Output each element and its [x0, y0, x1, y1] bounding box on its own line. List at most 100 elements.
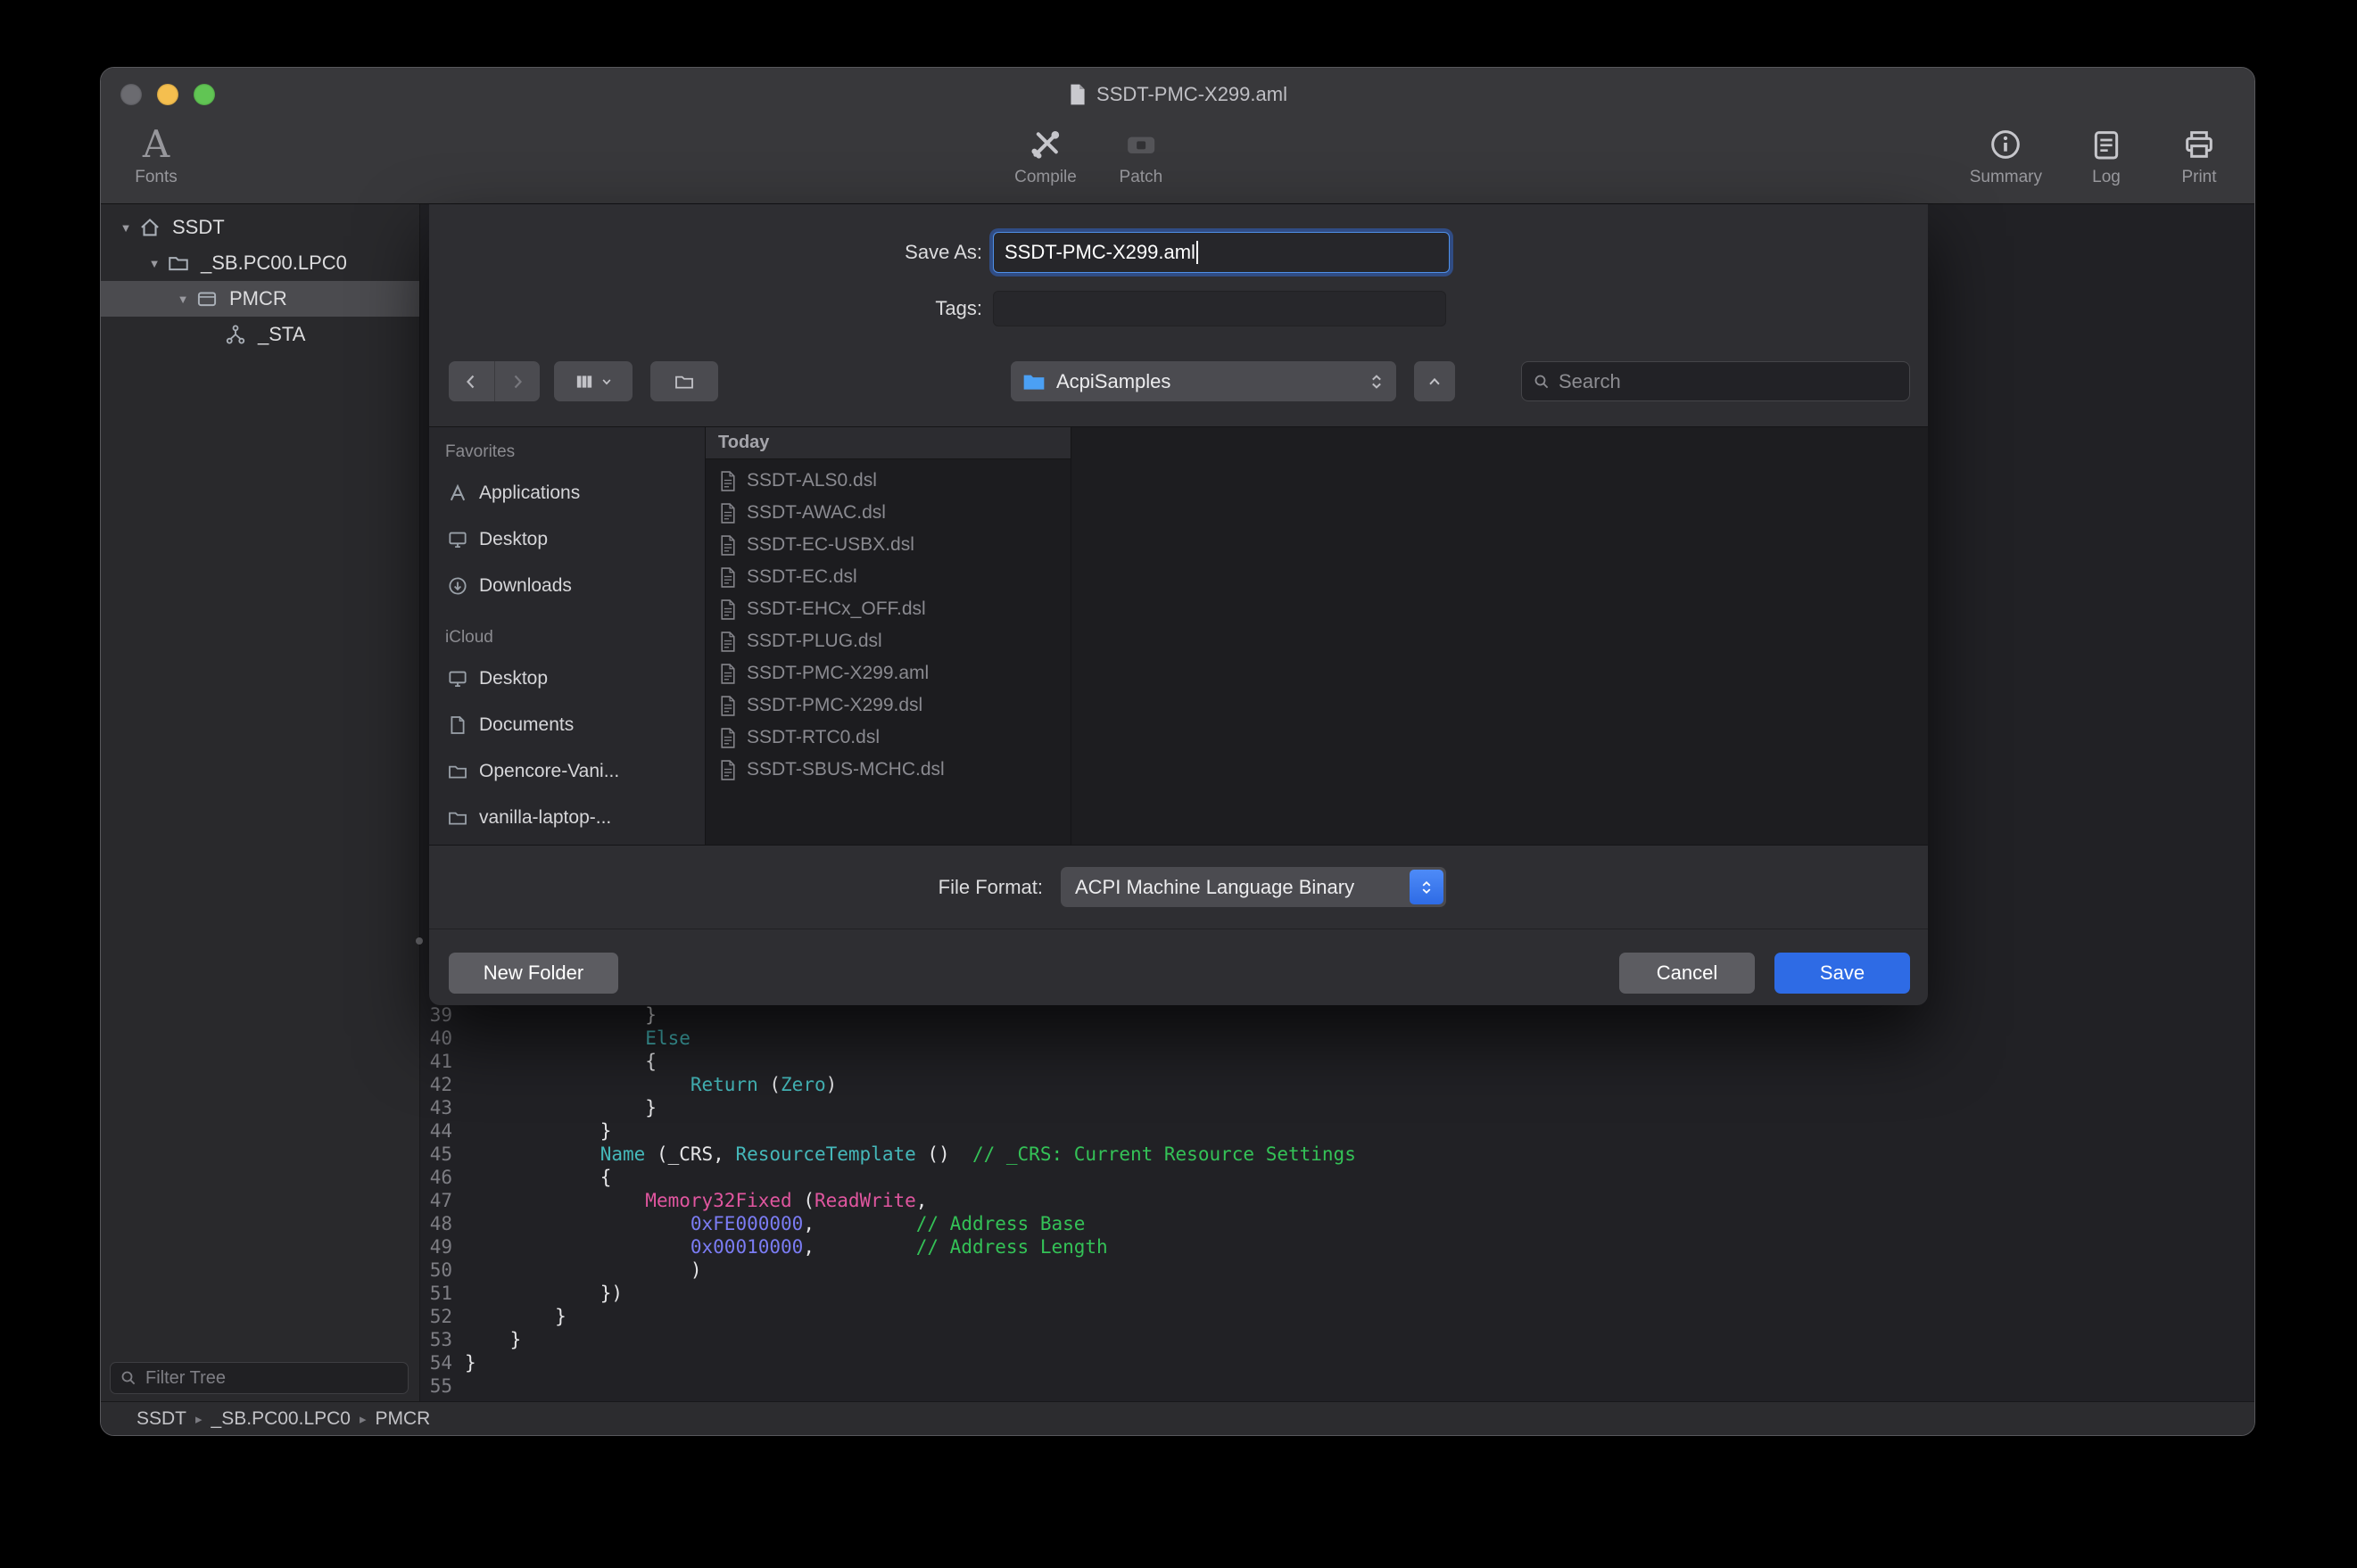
- file-item-ssdt-ec-dsl[interactable]: SSDT-EC.dsl: [706, 561, 1071, 593]
- patch-toolbar-button[interactable]: Patch: [1112, 123, 1170, 187]
- toolbar-label: Fonts: [135, 168, 178, 187]
- save-button[interactable]: Save: [1774, 953, 1910, 994]
- tree-item-sta[interactable]: _STA: [101, 317, 419, 352]
- sidebar-item-label: Applications: [479, 483, 580, 504]
- popup-stepper: [1410, 870, 1443, 904]
- code-text: }: [459, 1119, 611, 1143]
- file-icon: [718, 598, 738, 621]
- tags-input[interactable]: [993, 291, 1446, 326]
- log-toolbar-button[interactable]: Log: [2078, 123, 2135, 187]
- file-item-ssdt-pmc-x299-aml[interactable]: SSDT-PMC-X299.aml: [706, 657, 1071, 689]
- folder-icon: [167, 252, 190, 275]
- forward-button[interactable]: [495, 361, 541, 401]
- location-popup[interactable]: AcpiSamples: [1011, 361, 1396, 401]
- file-item-ssdt-sbus-mchc-dsl[interactable]: SSDT-SBUS-MCHC.dsl: [706, 754, 1071, 786]
- desktop-icon: [447, 668, 468, 689]
- code-text: Name (_CRS, ResourceTemplate () // _CRS:…: [459, 1143, 1356, 1166]
- close-button[interactable]: [120, 84, 142, 105]
- search-input[interactable]: Search: [1521, 361, 1910, 401]
- minimize-button[interactable]: [157, 84, 178, 105]
- disclosure-triangle-icon[interactable]: ▼: [142, 257, 167, 270]
- file-item-ssdt-als0-dsl[interactable]: SSDT-ALS0.dsl: [706, 465, 1071, 497]
- tree-item-ssdt[interactable]: ▼SSDT: [101, 210, 419, 245]
- toolbar-center-group: Compile Patch: [1014, 123, 1170, 187]
- line-number: 43: [420, 1096, 459, 1119]
- file-icon: [718, 727, 738, 749]
- code-text: {: [459, 1166, 611, 1189]
- source-sidebar: ▼SSDT▼_SB.PC00.LPC0▼PMCR_STA Filter Tree: [101, 204, 420, 1401]
- code-text: }: [459, 1003, 657, 1027]
- disclosure-triangle-icon[interactable]: ▼: [113, 221, 138, 235]
- folder-action-button[interactable]: [650, 361, 718, 401]
- file-name: SSDT-EC.dsl: [747, 566, 857, 588]
- line-number: 55: [420, 1374, 459, 1398]
- view-mode-button[interactable]: [554, 361, 633, 401]
- app-icon: [447, 483, 468, 504]
- file-item-ssdt-pmc-x299-dsl[interactable]: SSDT-PMC-X299.dsl: [706, 689, 1071, 722]
- toolbar-label: Log: [2092, 168, 2121, 187]
- code-line: 49 0x00010000, // Address Length: [420, 1235, 2254, 1259]
- file-icon: [718, 534, 738, 557]
- search-icon: [1533, 373, 1551, 391]
- sidebar-item-desktop[interactable]: Desktop: [429, 516, 705, 563]
- code-line: 54}: [420, 1351, 2254, 1374]
- tree-item-pmcr[interactable]: ▼PMCR: [101, 281, 419, 317]
- splitter-handle-icon[interactable]: [416, 937, 423, 945]
- save-as-input[interactable]: SSDT-PMC-X299.aml: [993, 232, 1450, 273]
- fonts-toolbar-button[interactable]: A Fonts: [128, 123, 185, 187]
- files-column: Today SSDT-ALS0.dsl SSDT-AWAC.dsl SSDT-EC-…: [706, 427, 1071, 845]
- code-line: 44 }: [420, 1119, 2254, 1143]
- folder-icon: [674, 371, 695, 392]
- line-number: 41: [420, 1050, 459, 1073]
- empty-column: [1071, 427, 1928, 845]
- back-button[interactable]: [449, 361, 494, 401]
- sidebar-item-downloads[interactable]: Downloads: [429, 563, 705, 609]
- code-line: 41 {: [420, 1050, 2254, 1073]
- sidebar-item-documents[interactable]: Documents: [429, 702, 705, 748]
- sidebar-item-applications[interactable]: Applications: [429, 470, 705, 516]
- toolbar-label: Print: [2181, 168, 2216, 187]
- print-toolbar-button[interactable]: Print: [2171, 123, 2228, 187]
- file-item-ssdt-plug-dsl[interactable]: SSDT-PLUG.dsl: [706, 625, 1071, 657]
- summary-toolbar-button[interactable]: Summary: [1970, 123, 2042, 187]
- fonts-icon: A: [136, 123, 176, 166]
- file-item-ssdt-rtc0-dsl[interactable]: SSDT-RTC0.dsl: [706, 722, 1071, 754]
- file-name: SSDT-PMC-X299.dsl: [747, 695, 922, 716]
- file-format-popup[interactable]: ACPI Machine Language Binary: [1061, 867, 1446, 907]
- disclosure-triangle-icon[interactable]: ▼: [170, 293, 195, 306]
- chevron-right-icon: [509, 373, 526, 391]
- file-icon: [718, 759, 738, 781]
- file-icon: [718, 566, 738, 589]
- file-icon: [718, 631, 738, 653]
- cancel-button[interactable]: Cancel: [1619, 953, 1755, 994]
- traffic-lights: [120, 84, 215, 105]
- tree-item-sb-pc00-lpc0[interactable]: ▼ _SB.PC00.LPC0: [101, 245, 419, 281]
- columns-view-icon: [575, 372, 594, 392]
- sidebar-item-opencore-vani[interactable]: Opencore-Vani...: [429, 748, 705, 795]
- file-item-ssdt-ec-usbx-dsl[interactable]: SSDT-EC-USBX.dsl: [706, 529, 1071, 561]
- parent-folder-button[interactable]: [1414, 361, 1455, 401]
- file-item-ssdt-ehcx-off-dsl[interactable]: SSDT-EHCx_OFF.dsl: [706, 593, 1071, 625]
- file-item-ssdt-awac-dsl[interactable]: SSDT-AWAC.dsl: [706, 497, 1071, 529]
- new-folder-button[interactable]: New Folder: [449, 953, 618, 994]
- file-name: SSDT-AWAC.dsl: [747, 502, 886, 524]
- chevron-down-icon: [600, 375, 613, 388]
- line-number: 40: [420, 1027, 459, 1050]
- sidebar-item-vanilla-laptop[interactable]: vanilla-laptop-...: [429, 795, 705, 841]
- tags-label: Tags:: [429, 297, 993, 320]
- code-text: Memory32Fixed (ReadWrite,: [459, 1189, 927, 1212]
- breadcrumb: SSDT▸_SB.PC00.LPC0▸PMCR: [136, 1408, 430, 1430]
- file-name: SSDT-PLUG.dsl: [747, 631, 882, 652]
- tree-item-label: _SB.PC00.LPC0: [201, 252, 347, 275]
- code-text: }: [459, 1096, 657, 1119]
- code-text: [459, 1374, 465, 1398]
- file-icon: [718, 502, 738, 524]
- sidebar-item-desktop[interactable]: Desktop: [429, 656, 705, 702]
- print-icon: [2179, 123, 2219, 166]
- compile-toolbar-button[interactable]: Compile: [1014, 123, 1077, 187]
- titlebar[interactable]: SSDT-PMC-X299.aml: [101, 68, 2254, 121]
- zoom-button[interactable]: [194, 84, 215, 105]
- code-line: 52 }: [420, 1305, 2254, 1328]
- file-group-header: Today: [706, 427, 1071, 459]
- filter-tree-input[interactable]: Filter Tree: [110, 1362, 409, 1394]
